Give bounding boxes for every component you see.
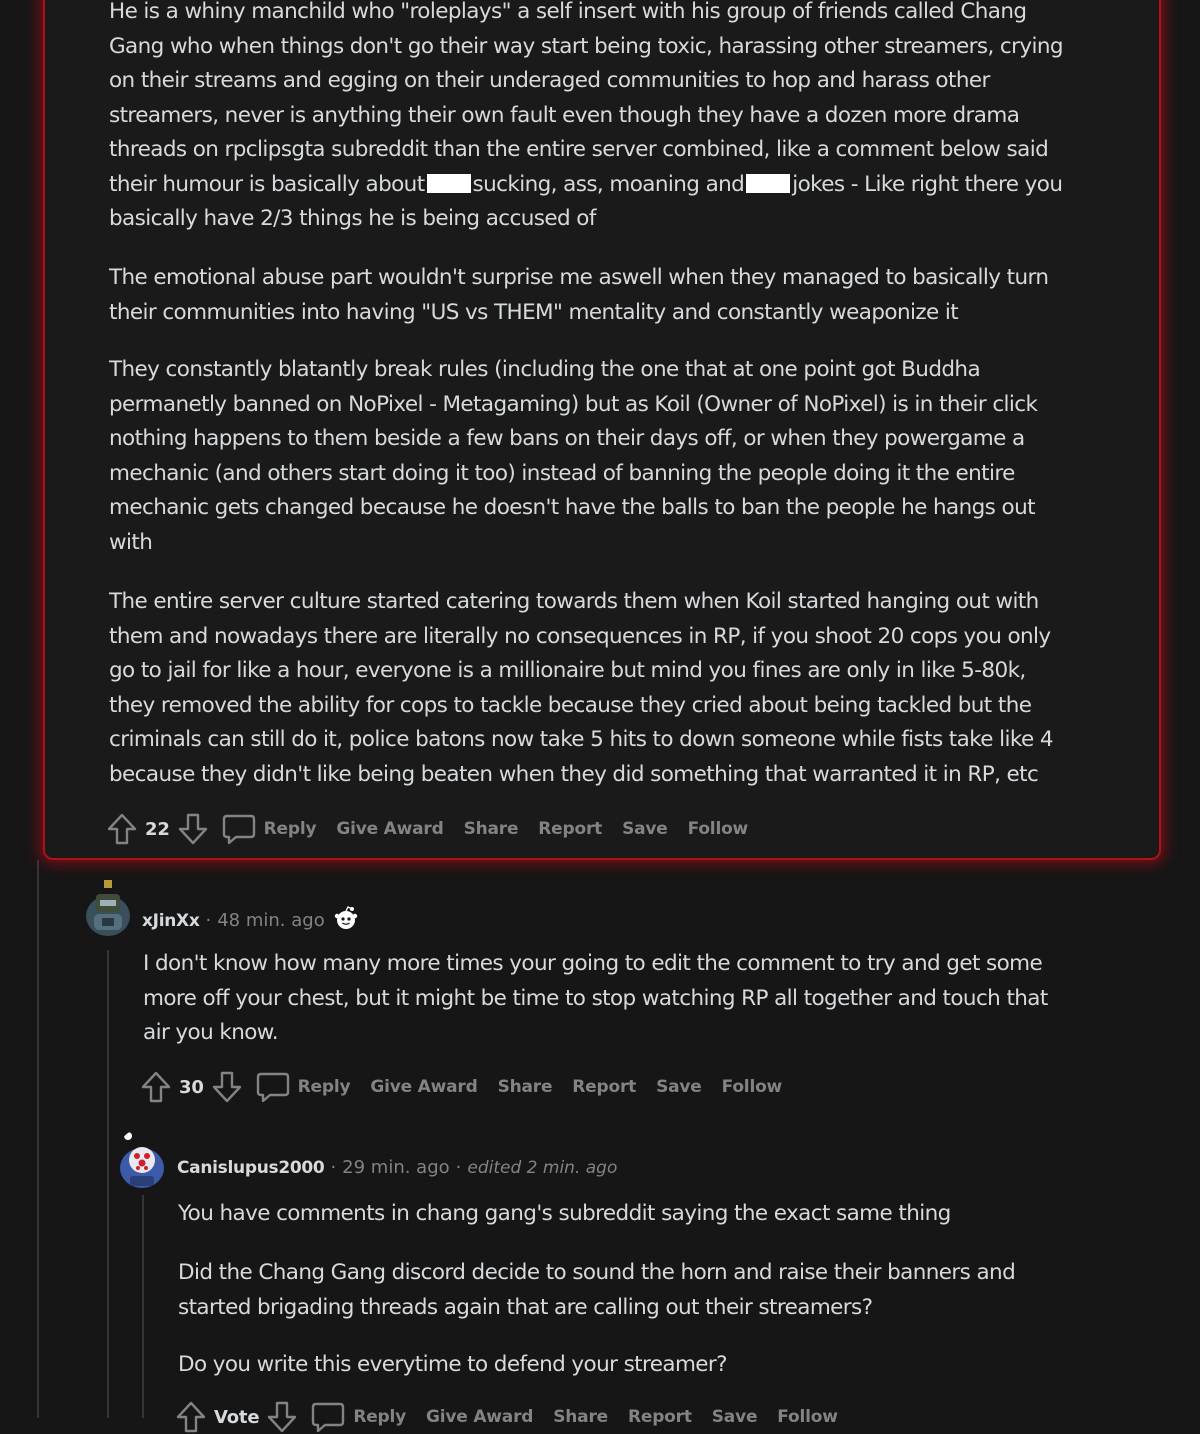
- redaction-box: [746, 173, 791, 193]
- report-button[interactable]: Report: [572, 1077, 636, 1097]
- comment-meta: xJinXx · 48 min. ago: [142, 905, 359, 936]
- top-comment-body: He is a whiny manchild who "roleplays" a…: [109, 0, 1149, 237]
- vote-count: 30: [179, 1076, 204, 1098]
- thread-line[interactable]: [142, 1195, 144, 1418]
- vote-count: 22: [145, 818, 170, 840]
- comment-meta: Canislupus2000 · 29 min. ago · edited 2 …: [177, 1157, 617, 1178]
- top-comment-paragraph-2: The emotional abuse part wouldn't surpri…: [109, 265, 1049, 325]
- comment-actions: 22 Reply Give Award Share Report Save Fo…: [107, 812, 768, 846]
- give-award-button[interactable]: Give Award: [336, 819, 443, 839]
- save-button[interactable]: Save: [656, 1077, 702, 1097]
- give-award-button[interactable]: Give Award: [370, 1077, 477, 1097]
- reply-button[interactable]: Reply: [256, 1071, 351, 1103]
- timestamp[interactable]: 29 min. ago: [342, 1157, 449, 1178]
- avatar[interactable]: [84, 880, 132, 938]
- comment-actions: 30 Reply Give Award Share Report Save Fo…: [141, 1070, 802, 1104]
- report-button[interactable]: Report: [628, 1407, 692, 1427]
- upvote-icon[interactable]: [141, 1071, 171, 1103]
- reply-body: I don't know how many more times your go…: [143, 951, 1048, 1045]
- save-button[interactable]: Save: [622, 819, 668, 839]
- comment-icon: [222, 813, 256, 845]
- downvote-icon[interactable]: [178, 813, 208, 845]
- separator-dot: ·: [330, 1157, 337, 1178]
- follow-button[interactable]: Follow: [777, 1407, 838, 1427]
- reply-paragraph: Do you write this everytime to defend yo…: [178, 1352, 728, 1377]
- reply-button[interactable]: Reply: [311, 1401, 406, 1433]
- upvote-icon[interactable]: [176, 1401, 206, 1433]
- downvote-icon[interactable]: [212, 1071, 242, 1103]
- share-button[interactable]: Share: [498, 1077, 553, 1097]
- downvote-icon[interactable]: [267, 1401, 297, 1433]
- reply-paragraph: You have comments in chang gang's subred…: [178, 1201, 951, 1226]
- comment-icon: [311, 1401, 345, 1433]
- comment-icon: [256, 1071, 290, 1103]
- save-button[interactable]: Save: [712, 1407, 758, 1427]
- report-button[interactable]: Report: [538, 819, 602, 839]
- edited-label: edited 2 min. ago: [467, 1157, 618, 1178]
- top-comment-paragraph-3: They constantly blatantly break rules (i…: [109, 357, 1038, 555]
- give-award-button[interactable]: Give Award: [426, 1407, 533, 1427]
- username[interactable]: Canislupus2000: [177, 1158, 325, 1178]
- upvote-icon[interactable]: [107, 813, 137, 845]
- comment-actions: Vote Reply Give Award Share Report Save …: [176, 1400, 858, 1434]
- share-button[interactable]: Share: [464, 819, 519, 839]
- follow-button[interactable]: Follow: [722, 1077, 783, 1097]
- separator-dot: ·: [455, 1157, 462, 1178]
- comment-paragraph: He is a whiny manchild who "roleplays" a…: [109, 0, 1064, 231]
- redaction-box: [426, 173, 471, 193]
- timestamp[interactable]: 48 min. ago: [217, 910, 324, 931]
- separator-dot: ·: [205, 910, 212, 931]
- vote-count: Vote: [214, 1406, 260, 1428]
- reply-paragraph: Did the Chang Gang discord decide to sou…: [178, 1260, 1016, 1320]
- thread-line[interactable]: [37, 860, 39, 1418]
- snoo-icon: [333, 905, 359, 936]
- top-comment-paragraph-4: The entire server culture started cateri…: [109, 589, 1054, 787]
- thread-line[interactable]: [107, 950, 109, 1418]
- reply-button[interactable]: Reply: [222, 813, 317, 845]
- avatar[interactable]: [118, 1130, 166, 1190]
- username[interactable]: xJinXx: [142, 911, 200, 931]
- share-button[interactable]: Share: [553, 1407, 608, 1427]
- follow-button[interactable]: Follow: [688, 819, 749, 839]
